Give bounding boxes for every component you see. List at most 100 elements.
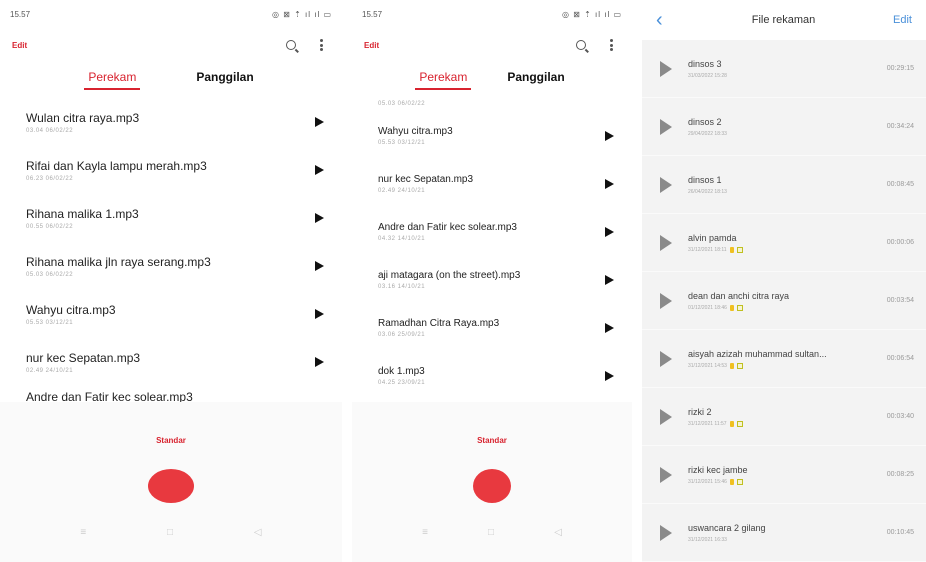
- play-icon[interactable]: [605, 179, 614, 189]
- home-nav-icon[interactable]: □: [488, 527, 494, 538]
- recording-mode-label[interactable]: Standar: [352, 436, 632, 445]
- tab-perekam[interactable]: Perekam: [415, 70, 472, 90]
- play-icon[interactable]: [315, 261, 324, 271]
- file-row[interactable]: uswancara 2 gilang 31/12/2021 16:33 00:10:…: [642, 504, 926, 562]
- list-item[interactable]: Rifai dan Kayla lampu merah.mp3 06.23 06…: [0, 146, 342, 194]
- play-icon[interactable]: [660, 176, 672, 193]
- play-icon[interactable]: [660, 60, 672, 77]
- record-button[interactable]: [148, 469, 194, 503]
- tab-panggilan[interactable]: Panggilan: [507, 70, 564, 90]
- back-chevron-icon[interactable]: ‹: [656, 10, 674, 30]
- file-date-row: 31/12/2021 14:53: [688, 362, 874, 369]
- back-nav-icon[interactable]: ◁: [554, 527, 562, 538]
- play-icon[interactable]: [660, 292, 672, 309]
- more-options-icon[interactable]: [312, 36, 330, 54]
- list-item[interactable]: dok 1.mp3 04.25 23/09/21: [352, 352, 632, 400]
- menu-nav-icon[interactable]: ≡: [422, 527, 428, 538]
- list-item[interactable]: Rihana malika 1.mp3 00.55 06/02/22: [0, 194, 342, 242]
- play-icon[interactable]: [660, 466, 672, 483]
- tab-perekam[interactable]: Perekam: [84, 70, 141, 90]
- search-icon[interactable]: [572, 36, 590, 54]
- list-item[interactable]: Wulan citra raya.mp3 03.04 06/02/22: [0, 98, 342, 146]
- play-icon[interactable]: [660, 234, 672, 251]
- more-options-icon[interactable]: [602, 36, 620, 54]
- play-icon[interactable]: [315, 117, 324, 127]
- play-icon[interactable]: [605, 227, 614, 237]
- file-text: rizki kec jambe 31/12/2021 15:46: [688, 465, 874, 485]
- file-name: dinsos 1: [688, 174, 722, 185]
- header: ‹ File rekaman Edit: [642, 0, 926, 40]
- list-item[interactable]: Ramadhan Citra Raya.mp3 03.06 25/09/21: [352, 304, 632, 352]
- file-row[interactable]: dinsos 3 31/03/2022 15:28 00:29:15: [642, 40, 926, 98]
- list-item[interactable]: Andre dan Fatir kec solear.mp3 04.32 14/…: [352, 208, 632, 256]
- file-duration: 00:08:25: [886, 471, 914, 478]
- recording-meta: 05.03 06/02/22: [378, 101, 426, 107]
- edit-button[interactable]: Edit: [893, 14, 912, 26]
- recording-name: Rihana malika 1.mp3: [26, 206, 139, 221]
- recording-name: Rihana malika jln raya serang.mp3: [26, 254, 211, 269]
- list-item[interactable]: Wahyu citra.mp3 05.53 03/12/21: [352, 112, 632, 160]
- play-icon[interactable]: [605, 131, 614, 141]
- file-duration: 00:34:24: [886, 123, 914, 130]
- list-item[interactable]: nur kec Sepatan.mp3 02.49 24/10/21: [0, 338, 342, 386]
- recording-name: Andre dan Fatir kec solear.mp3: [378, 222, 517, 233]
- file-row[interactable]: rizki kec jambe 31/12/2021 15:46 00:08:25: [642, 446, 926, 504]
- edit-button[interactable]: Edit: [364, 41, 560, 50]
- file-date: 31/12/2021 18:11: [688, 246, 727, 253]
- play-icon[interactable]: [605, 275, 614, 285]
- file-text: dinsos 3 31/03/2022 15:28: [688, 59, 874, 79]
- tab-panggilan[interactable]: Panggilan: [196, 70, 253, 90]
- file-name: dinsos 3: [688, 58, 722, 69]
- play-icon[interactable]: [660, 350, 672, 367]
- list-item-partial[interactable]: 05.03 06/02/22: [352, 98, 632, 112]
- list-item[interactable]: nur kec Sepatan.mp3 02.49 24/10/21: [352, 160, 632, 208]
- search-icon[interactable]: [282, 36, 300, 54]
- record-button[interactable]: [473, 469, 511, 503]
- file-duration: 00:03:40: [886, 413, 914, 420]
- file-row[interactable]: aisyah azizah muhammad sultan... 31/12/20…: [642, 330, 926, 388]
- phone-file-list: ‹ File rekaman Edit dinsos 3 31/03/2022 1…: [642, 0, 926, 562]
- back-nav-icon[interactable]: ◁: [254, 527, 262, 538]
- play-icon[interactable]: [605, 323, 614, 333]
- recording-name: Wulan citra raya.mp3: [26, 110, 140, 125]
- file-row[interactable]: rizki 2 31/12/2021 11:57 00:03:40: [642, 388, 926, 446]
- play-icon[interactable]: [315, 213, 324, 223]
- file-date-row: 31/03/2022 15:28: [688, 73, 874, 79]
- note-icon: [736, 246, 743, 253]
- play-icon[interactable]: [315, 309, 324, 319]
- status-icons: ◎ ⊠ ⇡ ıl ıl ▭: [561, 9, 622, 19]
- list-item[interactable]: aji matagara (on the street).mp3 03.16 1…: [352, 256, 632, 304]
- file-date: 26/04/2022 18:13: [688, 188, 727, 195]
- file-row[interactable]: dinsos 1 26/04/2022 18:13 00:08:45: [642, 156, 926, 214]
- note-icon: [736, 478, 743, 485]
- play-icon[interactable]: [605, 371, 614, 381]
- play-icon[interactable]: [315, 165, 324, 175]
- list-item[interactable]: Wahyu citra.mp3 05.53 03/12/21: [0, 290, 342, 338]
- status-time: 15.57: [10, 9, 31, 19]
- play-icon[interactable]: [660, 524, 672, 541]
- page-title: File rekaman: [751, 14, 816, 26]
- file-row[interactable]: dinsos 2 29/04/2022 18:33 00:34:24: [642, 98, 926, 156]
- file-row[interactable]: dean dan anchi citra raya 01/12/2021 18:4…: [642, 272, 926, 330]
- play-icon[interactable]: [660, 118, 672, 135]
- file-date-row: 01/12/2021 18:46: [688, 304, 874, 311]
- location-pin-icon: [729, 304, 734, 311]
- edit-button[interactable]: Edit: [12, 41, 270, 50]
- recording-name: nur kec Sepatan.mp3: [378, 174, 474, 185]
- recording-meta: 02.49 24/10/21: [378, 188, 426, 194]
- recording-list: 05.03 06/02/22 Wahyu citra.mp3 05.53 03/…: [352, 98, 632, 410]
- file-duration: 00:10:45: [886, 529, 914, 536]
- recording-meta: 02.49 24/10/21: [26, 367, 74, 374]
- play-icon[interactable]: [660, 408, 672, 425]
- home-nav-icon[interactable]: □: [167, 527, 173, 538]
- file-duration: 00:29:15: [886, 65, 914, 72]
- list-item[interactable]: Rihana malika jln raya serang.mp3 05.03 …: [0, 242, 342, 290]
- recording-meta: 03.16 14/10/21: [378, 284, 426, 290]
- menu-nav-icon[interactable]: ≡: [80, 527, 86, 538]
- recording-mode-label[interactable]: Standar: [0, 436, 342, 445]
- play-icon[interactable]: [315, 357, 324, 367]
- phone-recorder-2: 15.57 ◎ ⊠ ⇡ ıl ıl ▭ Edit Perekam Panggil…: [352, 0, 632, 562]
- file-text: dean dan anchi citra raya 01/12/2021 18:4…: [688, 291, 874, 311]
- file-row[interactable]: alvin pamda 31/12/2021 18:11 00:00:06: [642, 214, 926, 272]
- file-date-row: 31/12/2021 16:33: [688, 537, 874, 543]
